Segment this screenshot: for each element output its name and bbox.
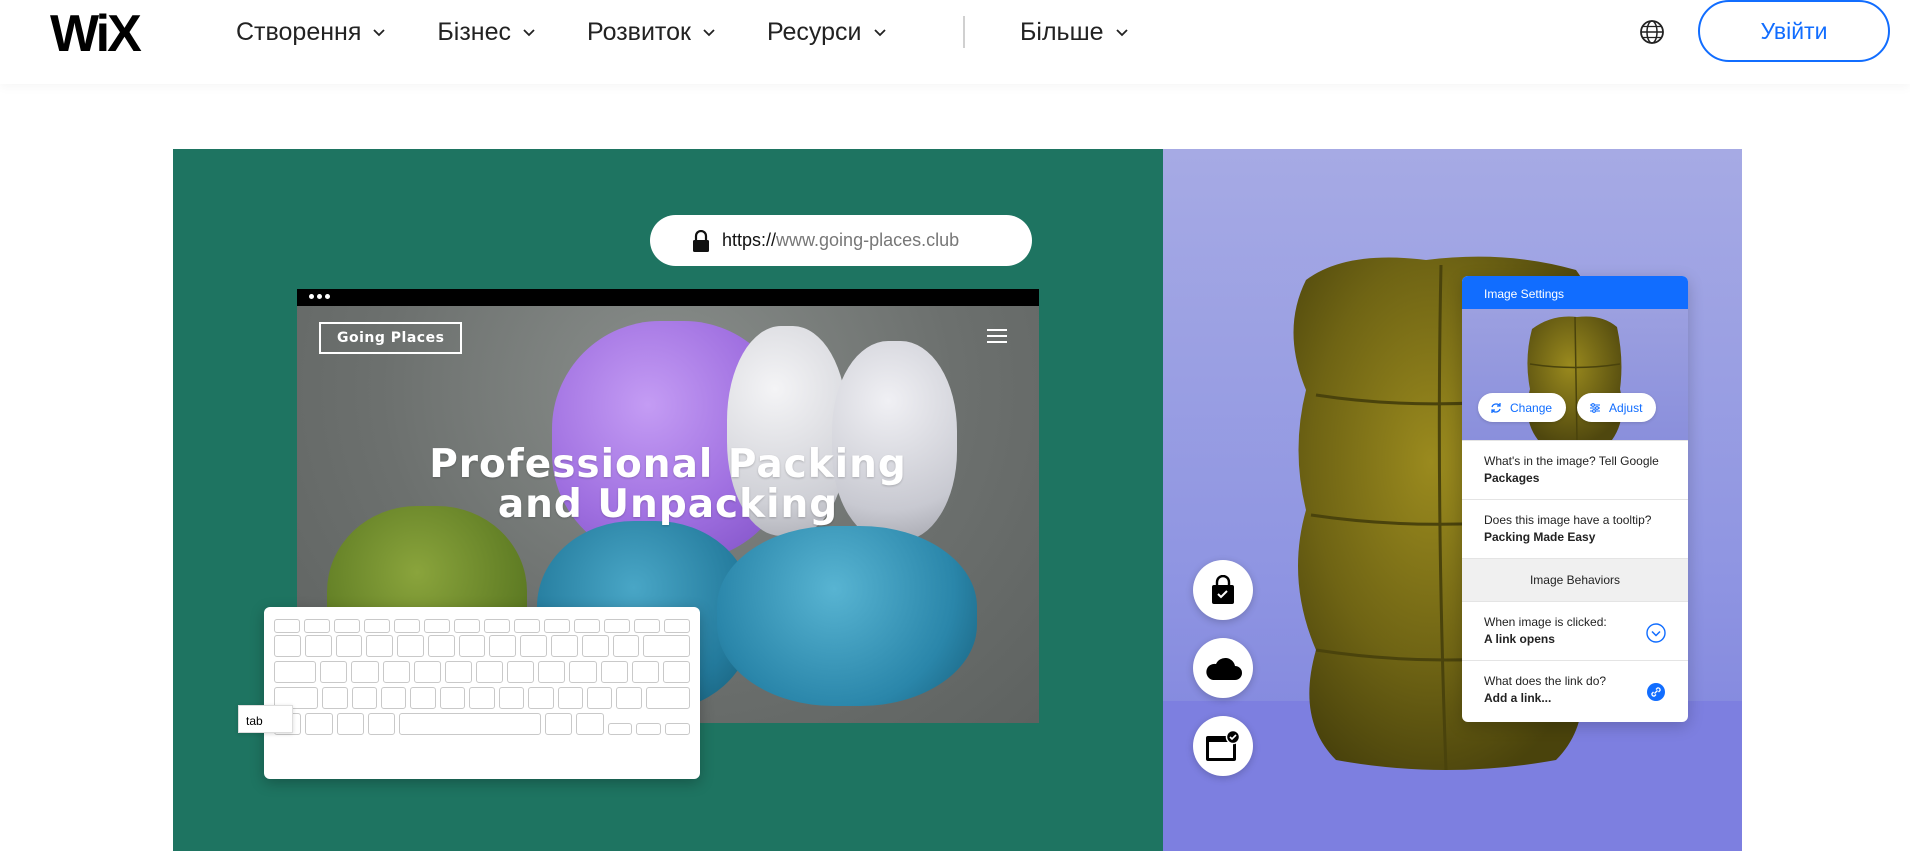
alt-text-question: What's in the image? Tell Google (1484, 454, 1659, 468)
headline-line: Professional Packing (429, 442, 907, 487)
chevron-down-icon (703, 29, 715, 37)
nav-item-label: Бізнес (437, 17, 512, 46)
main-nav: Створення Бізнес Розвиток Ресурси (236, 0, 938, 64)
chevron-down-icon (523, 29, 535, 37)
tooltip-value: Packing Made Easy (1484, 530, 1596, 544)
nav-item-business[interactable]: Бізнес (437, 18, 537, 47)
nav-item-growth[interactable]: Розвиток (587, 18, 717, 47)
click-behavior-question: When image is clicked: (1484, 615, 1607, 629)
browser-check-icon (1206, 730, 1241, 761)
globe-icon[interactable] (1638, 18, 1666, 46)
link-question: What does the link do? (1484, 674, 1607, 688)
nav-item-label: Більше (1020, 17, 1104, 46)
site-header: WiX Створення Бізнес Розвиток Ресурси Бі… (0, 0, 1910, 84)
adjust-label: Adjust (1609, 400, 1643, 415)
lock-icon (693, 230, 709, 252)
link-row[interactable]: What does the link do? Add a link... (1462, 660, 1688, 719)
blue-bag-shape (717, 526, 977, 706)
publish-button[interactable] (1193, 716, 1253, 776)
nav-item-resources[interactable]: Ресурси (767, 18, 888, 47)
chevron-down-icon (873, 29, 886, 37)
url-protocol: https:// (722, 230, 777, 250)
change-label: Change (1510, 400, 1553, 415)
url-bar: https://www.going-places.club (650, 215, 1032, 266)
url-domain: www.going-places.club (776, 230, 960, 250)
site-logo[interactable]: Going Places (319, 322, 463, 354)
window-dots (309, 294, 330, 299)
tooltip-question: Does this image have a tooltip? (1484, 513, 1652, 527)
sliders-icon (1590, 402, 1601, 413)
headline-line: and Unpacking (497, 482, 839, 527)
chevron-down-icon (373, 29, 386, 37)
link-icon[interactable] (1646, 682, 1666, 702)
click-behavior-value: A link opens (1484, 632, 1555, 646)
panel-image-preview: Change Adjust (1462, 309, 1688, 440)
image-behaviors-header: Image Behaviors (1462, 558, 1688, 601)
menu-icon[interactable] (987, 329, 1007, 343)
chevron-circle-icon[interactable] (1646, 623, 1666, 643)
alt-text-value: Packages (1484, 471, 1540, 485)
login-button[interactable]: Увійти (1698, 0, 1890, 62)
nav-item-create[interactable]: Створення (236, 18, 387, 47)
bag-lock-icon (1212, 575, 1234, 604)
image-settings-panel: Image Settings Change Adjust What's in t… (1462, 276, 1688, 722)
tooltip-row[interactable]: Does this image have a tooltip? Packing … (1462, 499, 1688, 558)
panel-image-actions: Change Adjust (1478, 393, 1657, 422)
browser-topbar (297, 289, 1039, 306)
link-value: Add a link... (1484, 691, 1552, 705)
panel-title: Image Settings (1462, 276, 1688, 309)
cloud-button[interactable] (1193, 638, 1253, 698)
nav-item-label: Розвиток (587, 17, 691, 46)
change-image-button[interactable]: Change (1478, 393, 1567, 422)
nav-item-label: Ресурси (766, 17, 862, 46)
tab-key-tooltip: tab (238, 705, 293, 733)
wix-logo[interactable]: WiX (50, 4, 142, 64)
alt-text-row[interactable]: What's in the image? Tell Google Package… (1462, 440, 1688, 499)
chevron-down-icon (1115, 29, 1128, 37)
nav-item-more[interactable]: Більше (1020, 0, 1130, 64)
cloud-icon (1206, 657, 1242, 680)
security-button[interactable] (1193, 560, 1253, 620)
site-headline: Professional Packing and Unpacking (297, 445, 1039, 525)
nav-item-label: Створення (236, 17, 362, 46)
click-behavior-row[interactable]: When image is clicked: A link opens (1462, 601, 1688, 660)
adjust-image-button[interactable]: Adjust (1577, 393, 1657, 422)
nav-divider (963, 16, 965, 48)
keyboard-illustration (264, 607, 700, 779)
refresh-icon (1491, 402, 1501, 413)
